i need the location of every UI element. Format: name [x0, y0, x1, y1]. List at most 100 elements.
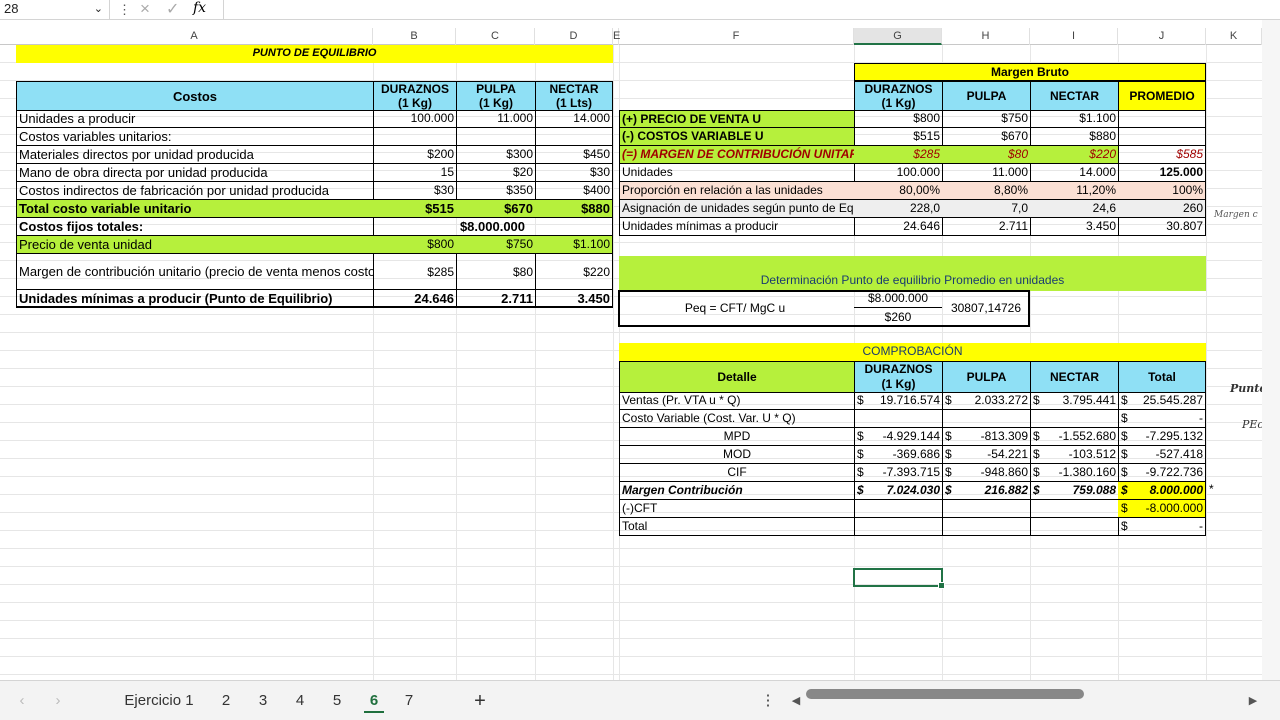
cell[interactable]: 100.000: [373, 110, 457, 128]
cell[interactable]: $220: [535, 254, 613, 290]
cell[interactable]: [535, 128, 613, 146]
col-header-b[interactable]: B: [373, 28, 456, 45]
cell[interactable]: 11,20%: [1030, 182, 1119, 200]
scroll-left-icon[interactable]: ◀: [789, 689, 803, 713]
cell[interactable]: 24,6: [1030, 200, 1119, 218]
comprobacion-cell[interactable]: [942, 518, 1031, 536]
cell[interactable]: 24.646: [854, 218, 943, 236]
comprobacion-cell[interactable]: [854, 410, 943, 428]
more-icon[interactable]: ⋮: [760, 689, 776, 713]
col-header-j[interactable]: J: [1118, 28, 1206, 45]
comprobacion-cell[interactable]: $759.088: [1030, 482, 1119, 500]
tab-3[interactable]: 3: [253, 689, 273, 713]
comprobacion-cell[interactable]: $ -369.686: [854, 446, 943, 464]
peq-numerator[interactable]: $8.000.000: [854, 290, 942, 308]
cell[interactable]: [373, 128, 457, 146]
comprobacion-cell[interactable]: $ -527.418: [1118, 446, 1206, 464]
comprobacion-cell[interactable]: $ -948.860: [942, 464, 1031, 482]
formula-input[interactable]: [223, 0, 1263, 19]
cell[interactable]: $880: [535, 200, 613, 218]
cell[interactable]: $300: [456, 146, 536, 164]
next-sheet-icon[interactable]: ›: [50, 689, 66, 713]
more-options-icon[interactable]: ⋮: [118, 2, 131, 18]
cell[interactable]: 14.000: [1030, 164, 1119, 182]
col-header-g[interactable]: G: [854, 28, 942, 45]
col-header-i[interactable]: I: [1030, 28, 1118, 45]
peq-result[interactable]: 30807,14726: [944, 300, 1028, 318]
cell[interactable]: $350: [456, 182, 536, 200]
cell[interactable]: 8,80%: [942, 182, 1031, 200]
comprobacion-cell[interactable]: $25.545.287: [1118, 392, 1206, 410]
cell[interactable]: $670: [456, 200, 536, 218]
cell[interactable]: 228,0: [854, 200, 943, 218]
cell[interactable]: 100%: [1118, 182, 1206, 200]
cell[interactable]: [1118, 128, 1206, 146]
fijos-value[interactable]: $8.000.000: [373, 218, 613, 236]
comprobacion-cell[interactable]: [1030, 518, 1119, 536]
cell[interactable]: [456, 128, 536, 146]
cell[interactable]: $670: [942, 128, 1031, 146]
tab-5[interactable]: 5: [327, 689, 347, 713]
cell[interactable]: $800: [373, 236, 457, 254]
comprobacion-cell[interactable]: $ -813.309: [942, 428, 1031, 446]
col-header-c[interactable]: C: [456, 28, 535, 45]
peq-denominator[interactable]: $260: [854, 309, 942, 327]
comprobacion-cell[interactable]: $ -1.552.680: [1030, 428, 1119, 446]
comprobacion-cell[interactable]: [854, 500, 943, 518]
cell[interactable]: $750: [942, 110, 1031, 128]
cell[interactable]: $20: [456, 164, 536, 182]
col-header-k[interactable]: K: [1206, 28, 1262, 45]
col-header-d[interactable]: D: [535, 28, 613, 45]
cell[interactable]: 80,00%: [854, 182, 943, 200]
tab-2[interactable]: 2: [216, 689, 236, 713]
scroll-right-icon[interactable]: ▶: [1246, 689, 1260, 713]
comprobacion-cell[interactable]: $ -7.393.715: [854, 464, 943, 482]
cell[interactable]: $1.100: [535, 236, 613, 254]
cell[interactable]: $1.100: [1030, 110, 1119, 128]
cell[interactable]: 7,0: [942, 200, 1031, 218]
cell[interactable]: $80: [456, 254, 536, 290]
cell[interactable]: $30: [373, 182, 457, 200]
cell[interactable]: $800: [854, 110, 943, 128]
cell[interactable]: 30.807: [1118, 218, 1206, 236]
comprobacion-cell[interactable]: [942, 500, 1031, 518]
selected-cell[interactable]: [853, 568, 945, 589]
cell[interactable]: $200: [373, 146, 457, 164]
cell[interactable]: 3.450: [535, 290, 613, 308]
cell[interactable]: $750: [456, 236, 536, 254]
cell[interactable]: 15: [373, 164, 457, 182]
cell[interactable]: $585: [1118, 146, 1206, 164]
cell[interactable]: 11.000: [942, 164, 1031, 182]
function-icon[interactable]: fx: [193, 0, 206, 16]
add-sheet-button[interactable]: +: [470, 689, 490, 713]
comprobacion-cell[interactable]: $7.024.030: [854, 482, 943, 500]
comprobacion-cell[interactable]: $2.033.272: [942, 392, 1031, 410]
comprobacion-cell[interactable]: $ -103.512: [1030, 446, 1119, 464]
comprobacion-cell[interactable]: $ -7.295.132: [1118, 428, 1206, 446]
horizontal-scrollbar-thumb[interactable]: [806, 689, 1084, 699]
tab-7[interactable]: 7: [399, 689, 419, 713]
cell[interactable]: $400: [535, 182, 613, 200]
comprobacion-cell[interactable]: [1030, 410, 1119, 428]
col-header-h[interactable]: H: [942, 28, 1030, 45]
comprobacion-cell[interactable]: $ -4.929.144: [854, 428, 943, 446]
cell[interactable]: $30: [535, 164, 613, 182]
col-header-f[interactable]: F: [619, 28, 854, 45]
name-box[interactable]: 28 ⌄: [0, 0, 110, 19]
cell[interactable]: 14.000: [535, 110, 613, 128]
cell[interactable]: $220: [1030, 146, 1119, 164]
cell[interactable]: $880: [1030, 128, 1119, 146]
comprobacion-cell[interactable]: $ -1.380.160: [1030, 464, 1119, 482]
comprobacion-cell[interactable]: $19.716.574: [854, 392, 943, 410]
comprobacion-cell[interactable]: $3.795.441: [1030, 392, 1119, 410]
comprobacion-cell[interactable]: [942, 410, 1031, 428]
comprobacion-cell[interactable]: $8.000.000: [1118, 482, 1206, 500]
comprobacion-cell[interactable]: $ -8.000.000: [1118, 500, 1206, 518]
comprobacion-cell[interactable]: [854, 518, 943, 536]
cell[interactable]: $515: [373, 200, 457, 218]
tab-6[interactable]: 6: [364, 689, 384, 713]
cell[interactable]: $450: [535, 146, 613, 164]
check-icon[interactable]: ✓: [166, 0, 179, 19]
prev-sheet-icon[interactable]: ‹: [14, 689, 30, 713]
cell[interactable]: $80: [942, 146, 1031, 164]
